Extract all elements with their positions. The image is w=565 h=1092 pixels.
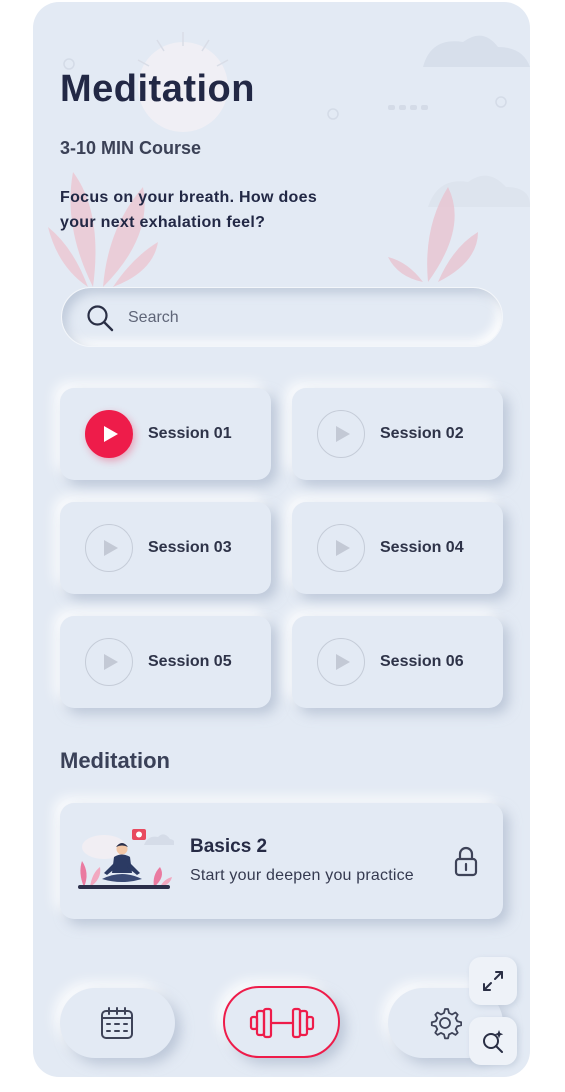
session-label: Session 04 [380,539,464,556]
course-length-label: 3-10 MIN Course [60,138,202,158]
expand-icon [483,971,503,991]
play-button[interactable] [317,638,365,686]
session-card-06[interactable]: Session 06 [292,616,503,708]
meditation-illustration [78,829,174,889]
nav-calendar-button[interactable] [60,988,175,1058]
play-icon [336,540,350,556]
play-icon [336,654,350,670]
session-card-02[interactable]: Session 02 [292,388,503,480]
search-sparkle-icon [483,1030,504,1053]
session-label: Session 03 [148,539,232,556]
app-screen: Meditation 3-10 MIN Course Focus on your… [33,2,530,1077]
session-label: Session 05 [148,653,232,670]
course-title: Basics 2 [190,836,268,857]
course-description: Focus on your breath. How does your next… [60,189,318,231]
search-sparkle-button[interactable] [469,1017,517,1065]
play-icon [104,540,118,556]
dumbbell-icon [249,1007,315,1039]
session-label: Session 06 [380,653,464,670]
session-card-01[interactable]: Session 01 [60,388,271,480]
session-card-05[interactable]: Session 05 [60,616,271,708]
nav-workout-button[interactable] [223,986,340,1058]
session-label: Session 02 [380,425,464,442]
play-button[interactable] [317,410,365,458]
calendar-icon [101,1007,133,1039]
gear-icon [430,1008,462,1040]
course-subtitle: Start your deepen you practice [190,867,414,884]
play-icon [336,426,350,442]
play-button[interactable] [85,524,133,572]
search-input[interactable] [128,304,468,332]
search-bar[interactable] [61,287,503,347]
play-icon [104,426,118,442]
play-button[interactable] [317,524,365,572]
expand-button[interactable] [469,957,517,1005]
search-icon [87,305,114,332]
page-title: Meditation [60,68,255,110]
session-card-03[interactable]: Session 03 [60,502,271,594]
session-label: Session 01 [148,425,232,442]
play-icon [104,654,118,670]
play-button[interactable] [85,638,133,686]
lock-icon[interactable] [453,845,479,877]
section-title: Meditation [60,748,170,773]
session-card-04[interactable]: Session 04 [292,502,503,594]
course-card[interactable]: Basics 2 Start your deepen you practice [60,803,503,919]
play-button[interactable] [85,410,133,458]
